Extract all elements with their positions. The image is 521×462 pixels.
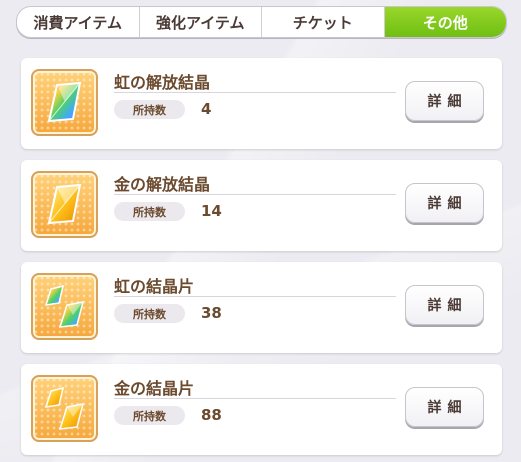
item-name: 虹の解放結晶 — [114, 73, 211, 92]
owned-count-label: 所持数 — [114, 406, 185, 425]
owned-count-label: 所持数 — [114, 100, 185, 119]
list-item: 虹の結晶片 所持数 38 詳細 — [21, 262, 502, 353]
tab-enhancement[interactable]: 強化アイテム — [140, 7, 262, 37]
list-item: 虹の解放結晶 所持数 4 詳細 — [21, 58, 502, 149]
list-item: 金の解放結晶 所持数 14 詳細 — [21, 160, 502, 251]
owned-count-label: 所持数 — [114, 202, 185, 221]
list-item: 金の結晶片 所持数 88 詳細 — [21, 364, 502, 455]
rainbow-crystal-icon — [31, 69, 98, 136]
item-name: 金の結晶片 — [114, 379, 195, 398]
rainbow-shard-icon — [31, 273, 98, 340]
divider — [114, 296, 396, 297]
divider — [114, 194, 396, 195]
gold-crystal-icon — [31, 171, 98, 238]
tab-other[interactable]: その他 — [384, 7, 506, 37]
divider — [114, 398, 396, 399]
detail-button[interactable]: 詳細 — [405, 183, 484, 223]
detail-button[interactable]: 詳細 — [405, 285, 484, 325]
item-list: 虹の解放結晶 所持数 4 詳細 金の解放結晶 所持数 14 詳細 虹の結晶片 所… — [21, 58, 502, 462]
owned-count-value: 14 — [201, 202, 222, 220]
owned-count-value: 4 — [201, 100, 212, 118]
owned-count-value: 38 — [201, 304, 222, 322]
detail-button[interactable]: 詳細 — [405, 387, 484, 427]
category-tabs: 消費アイテム 強化アイテム チケット その他 — [16, 6, 507, 38]
detail-button[interactable]: 詳細 — [405, 81, 484, 121]
owned-count-value: 88 — [201, 406, 222, 424]
tab-consumables[interactable]: 消費アイテム — [17, 7, 140, 37]
gold-shard-icon — [31, 375, 98, 442]
item-name: 金の解放結晶 — [114, 175, 211, 194]
owned-count-label: 所持数 — [114, 304, 185, 323]
item-name: 虹の結晶片 — [114, 277, 195, 296]
tab-tickets[interactable]: チケット — [262, 7, 385, 37]
divider — [114, 92, 396, 93]
